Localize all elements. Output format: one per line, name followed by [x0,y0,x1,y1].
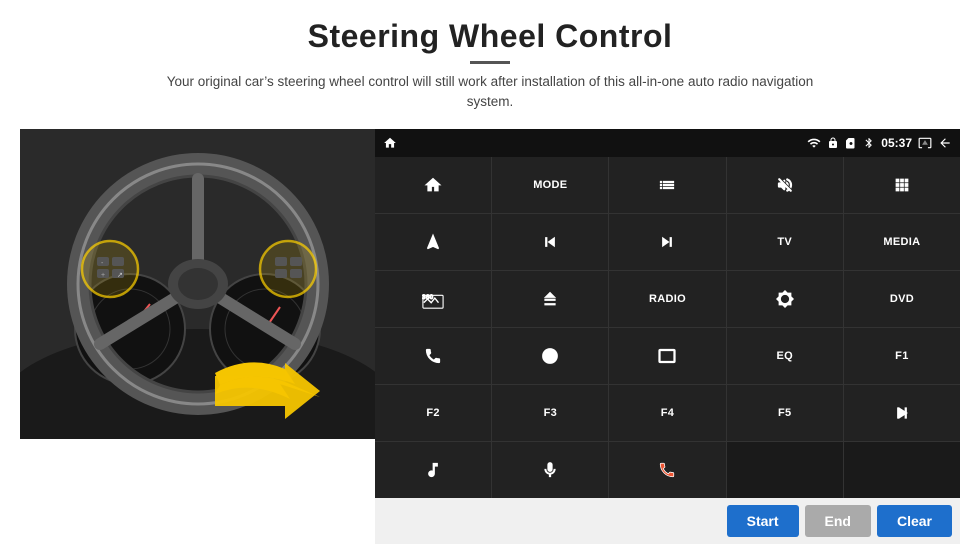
back-icon [938,136,952,150]
page-title: Steering Wheel Control [40,18,940,55]
status-left [383,136,397,150]
svg-text:+: + [101,272,105,279]
playpause-button[interactable] [844,385,960,441]
subtitle: Your original car’s steering wheel contr… [150,72,830,113]
media-button[interactable]: MEDIA [844,214,960,270]
status-time: 05:37 [881,136,912,150]
f5-button[interactable]: F5 [727,385,843,441]
mic-button[interactable] [492,442,608,498]
lock-icon [827,137,839,149]
svg-text:↗: ↗ [117,272,123,279]
navigation-button[interactable] [375,214,491,270]
clear-button[interactable]: Clear [877,505,952,537]
prev-button[interactable] [492,214,608,270]
empty-btn-1 [727,442,843,498]
screen-cast-icon [918,136,932,150]
home-status-icon [383,136,397,150]
apps-button[interactable] [844,157,960,213]
button-grid: MODE [375,157,960,499]
eq-button[interactable]: EQ [727,328,843,384]
phone-button[interactable] [375,328,491,384]
eject-button[interactable] [492,271,608,327]
end-button[interactable]: End [805,505,871,537]
bottom-bar: Start End Clear [375,498,960,544]
android-panel: 05:37 [375,129,960,544]
home-button[interactable] [375,157,491,213]
tv-button[interactable]: TV [727,214,843,270]
mute-button[interactable] [727,157,843,213]
cam360-button[interactable]: 360 [375,271,491,327]
screen-button[interactable] [609,328,725,384]
f1-button[interactable]: F1 [844,328,960,384]
status-right: 05:37 [807,136,952,150]
f4-button[interactable]: F4 [609,385,725,441]
f3-button[interactable]: F3 [492,385,608,441]
mode-button[interactable]: MODE [492,157,608,213]
empty-btn-2 [844,442,960,498]
brightness-button[interactable] [727,271,843,327]
status-bar: 05:37 [375,129,960,157]
hangup-button[interactable] [609,442,725,498]
swipe-button[interactable] [492,328,608,384]
start-button[interactable]: Start [727,505,799,537]
music-button[interactable] [375,442,491,498]
steering-wheel-image: + - ↗ [20,129,375,439]
title-divider [470,61,510,64]
bluetooth-icon [863,137,875,149]
next-button[interactable] [609,214,725,270]
header-section: Steering Wheel Control Your original car… [0,0,980,121]
sim-icon [845,137,857,149]
list-button[interactable] [609,157,725,213]
page-wrapper: Steering Wheel Control Your original car… [0,0,980,544]
dvd-button[interactable]: DVD [844,271,960,327]
wifi-icon [807,136,821,150]
f2-button[interactable]: F2 [375,385,491,441]
radio-button[interactable]: RADIO [609,271,725,327]
content-area: + - ↗ [0,121,980,544]
